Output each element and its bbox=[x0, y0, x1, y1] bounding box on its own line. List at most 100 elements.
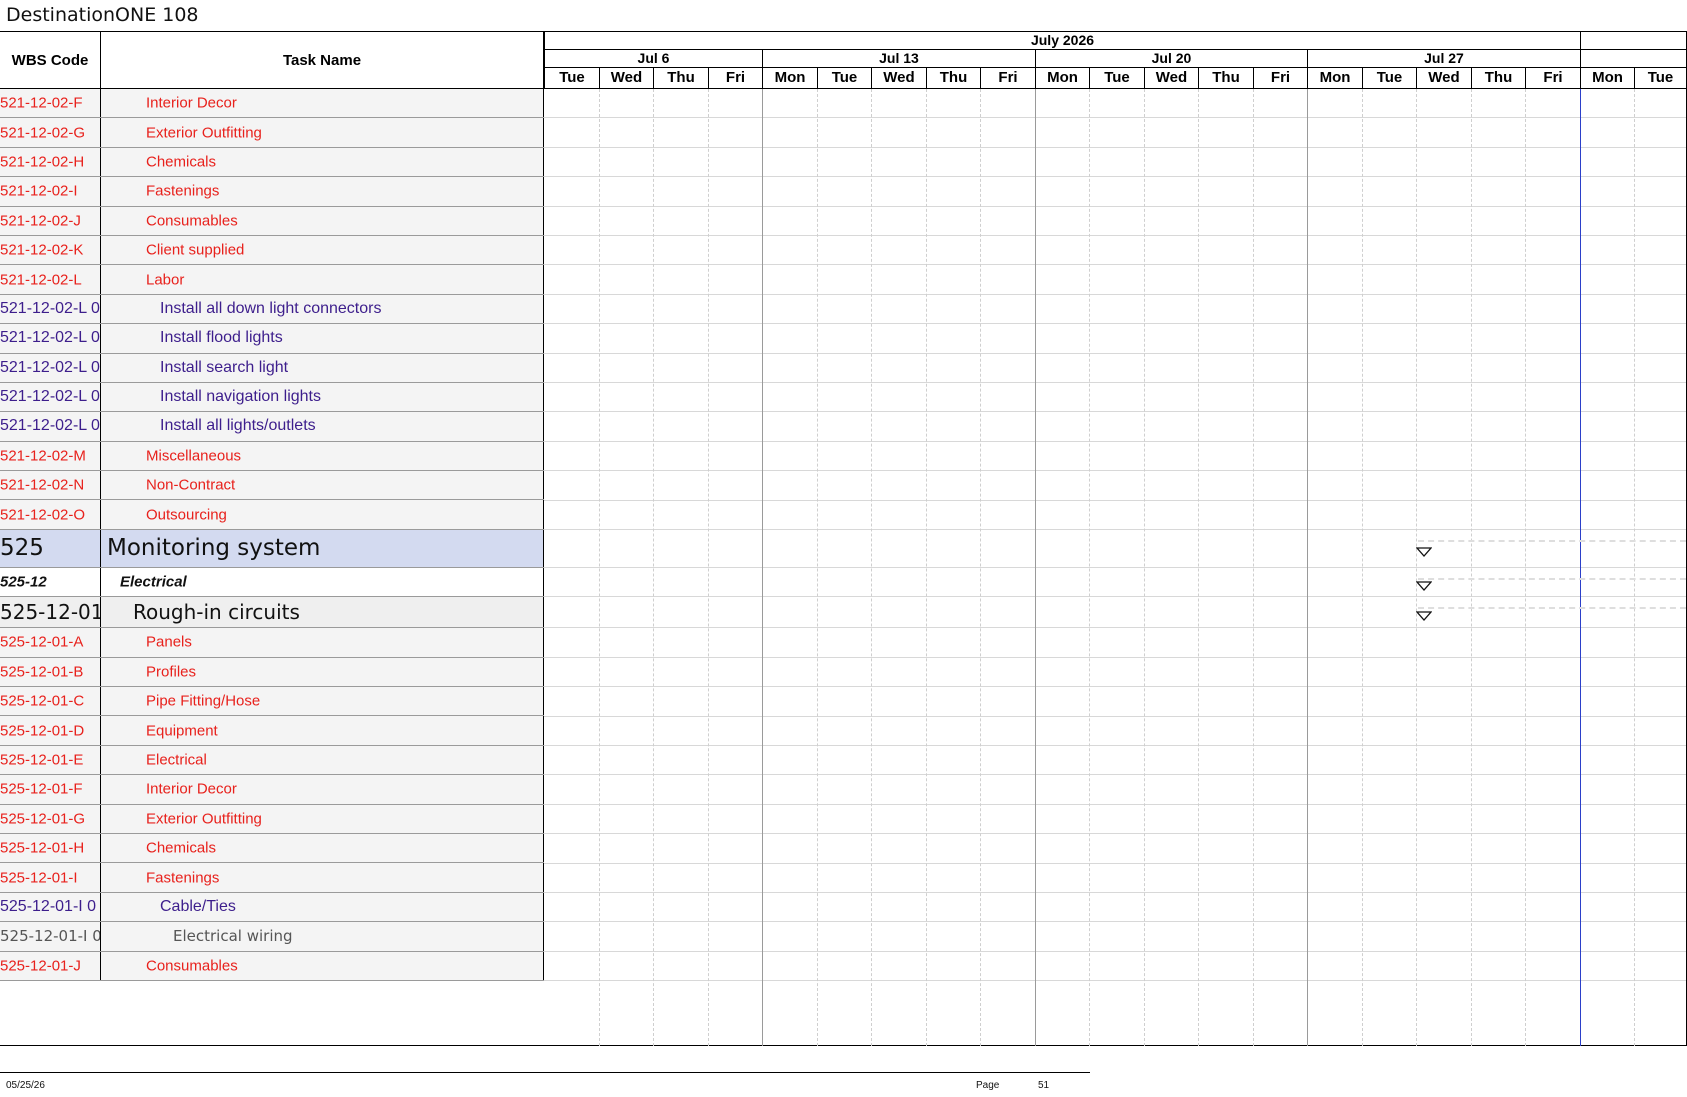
task-name-cell: Interior Decor bbox=[101, 775, 544, 804]
task-row[interactable]: 521-12-02-G Exterior Outfitting bbox=[0, 118, 544, 148]
task-row[interactable]: 525-12-01-I 0 Cable/Ties bbox=[0, 892, 544, 923]
task-name-cell: Non-Contract bbox=[101, 471, 544, 500]
timescale-week-label: Jul 13 bbox=[762, 50, 1035, 67]
task-name-text: Equipment bbox=[146, 722, 218, 740]
timescale-week-label bbox=[1580, 50, 1686, 67]
day-gridline bbox=[871, 89, 872, 1046]
task-row[interactable]: 525-12-01-I Fastenings bbox=[0, 863, 544, 893]
chart-row-gridline bbox=[544, 176, 1686, 178]
task-row[interactable]: 525-12-01-A Panels bbox=[0, 628, 544, 658]
task-row[interactable]: 521-12-02-N Non-Contract bbox=[0, 471, 544, 501]
task-row[interactable]: 521-12-02-L 0 Install all down light conn… bbox=[0, 294, 544, 325]
task-row[interactable]: 525-12-01-D Equipment bbox=[0, 716, 544, 746]
task-row[interactable]: 521-12-02-L 0 Install all lights/outlets bbox=[0, 412, 544, 442]
task-row[interactable]: 525-12 Electrical bbox=[0, 567, 544, 598]
wbs-code-cell: 521-12-02-J bbox=[0, 206, 101, 235]
task-row[interactable]: 525-12-01 Rough-in circuits bbox=[0, 597, 544, 629]
wbs-code-text: 525-12-01-B bbox=[0, 663, 84, 681]
chart-row-gridline bbox=[544, 117, 1686, 119]
wbs-code-cell: 525-12-01-G bbox=[0, 804, 101, 833]
wbs-code-cell: 521-12-02-O bbox=[0, 500, 101, 529]
wbs-code-text: 521-12-02-O bbox=[0, 506, 86, 524]
task-row[interactable]: 521-12-02-L 0 Install search light bbox=[0, 353, 544, 383]
wbs-code-cell: 525-12-01-I 0 bbox=[0, 892, 101, 922]
timescale-day-label: Thu bbox=[1471, 68, 1525, 88]
wbs-code-cell: 525 bbox=[0, 529, 101, 567]
task-row[interactable]: 521-12-02-H Chemicals bbox=[0, 147, 544, 178]
task-row[interactable]: 525-12-01-G Exterior Outfitting bbox=[0, 804, 544, 834]
wbs-code-cell: 525-12-01-C bbox=[0, 687, 101, 716]
wbs-code-text: 525-12-01-I 0 bbox=[0, 897, 97, 915]
task-row[interactable]: 521-12-02-J Consumables bbox=[0, 206, 544, 236]
task-name-cell: Install flood lights bbox=[101, 324, 544, 353]
task-name-cell: Miscellaneous bbox=[101, 441, 544, 471]
task-name-text: Labor bbox=[146, 271, 185, 289]
week-gridline bbox=[1307, 89, 1308, 1046]
task-name-text: Fastenings bbox=[146, 182, 220, 200]
wbs-code-text: 525-12-01-A bbox=[0, 633, 84, 651]
wbs-code-text: 525-12-01-I 01 bbox=[0, 927, 101, 946]
task-row[interactable]: 521-12-02-I Fastenings bbox=[0, 177, 544, 207]
day-gridline bbox=[653, 89, 654, 1046]
task-name-cell: Fastenings bbox=[101, 177, 544, 206]
wbs-code-cell: 525-12-01-I bbox=[0, 863, 101, 892]
timescale-day-label: Fri bbox=[1525, 68, 1580, 88]
chart-row-gridline bbox=[544, 715, 1686, 717]
task-name-cell: Pipe Fitting/Hose bbox=[101, 687, 544, 716]
task-name-text: Chemicals bbox=[146, 839, 217, 857]
summary-task-bar[interactable] bbox=[1418, 607, 1686, 609]
timescale-day-label: Fri bbox=[708, 68, 762, 88]
timescale-day-label: Mon bbox=[1307, 68, 1362, 88]
task-row[interactable]: 525-12-01-B Profiles bbox=[0, 657, 544, 688]
task-row[interactable]: 521-12-02-K Client supplied bbox=[0, 235, 544, 266]
task-row[interactable]: 521-12-02-O Outsourcing bbox=[0, 500, 544, 530]
task-row[interactable]: 521-12-02-L 0 Install flood lights bbox=[0, 324, 544, 354]
timescale-day-label: Fri bbox=[980, 68, 1035, 88]
task-name-column-header[interactable]: Task Name bbox=[101, 32, 544, 89]
timescale-day-label: Wed bbox=[871, 68, 926, 88]
chart-row-gridline bbox=[544, 205, 1686, 207]
chart-row-gridline bbox=[544, 567, 1686, 568]
timescale-week-label: Jul 27 bbox=[1307, 50, 1580, 67]
wbs-code-text: 521-12-02-L 0 bbox=[0, 388, 100, 406]
chart-row-gridline bbox=[544, 745, 1686, 746]
chart-row-gridline bbox=[544, 656, 1686, 658]
task-row[interactable]: 521-12-02-M Miscellaneous bbox=[0, 441, 544, 472]
timescale-week-label: Jul 20 bbox=[1035, 50, 1307, 67]
task-name-text: Consumables bbox=[146, 957, 238, 975]
task-row[interactable]: 525-12-01-C Pipe Fitting/Hose bbox=[0, 687, 544, 717]
wbs-code-cell: 525-12-01-H bbox=[0, 833, 101, 863]
task-row[interactable]: 525-12-01-J Consumables bbox=[0, 951, 544, 981]
task-row[interactable]: 525 Monitoring system bbox=[0, 529, 544, 568]
chart-row-gridline bbox=[544, 440, 1686, 442]
wbs-code-text: 525-12-01-F bbox=[0, 780, 83, 798]
wbs-code-cell: 521-12-02-L bbox=[0, 265, 101, 294]
chart-row-gridline bbox=[544, 596, 1686, 598]
task-name-cell: Interior Decor bbox=[101, 89, 544, 118]
task-row[interactable]: 525-12-01-F Interior Decor bbox=[0, 775, 544, 805]
task-name-text: Profiles bbox=[146, 663, 197, 681]
summary-task-bar[interactable] bbox=[1418, 540, 1686, 542]
wbs-code-cell: 521-12-02-L 0 bbox=[0, 412, 101, 441]
wbs-code-column-header[interactable]: WBS Code bbox=[0, 32, 101, 89]
task-row[interactable]: 525-12-01-I 01 Electrical wiring bbox=[0, 922, 544, 952]
wbs-code-text: 525-12-01-H bbox=[0, 839, 85, 857]
wbs-code-text: 525-12-01-C bbox=[0, 692, 85, 710]
wbs-code-cell: 521-12-02-G bbox=[0, 118, 101, 147]
wbs-code-cell: 521-12-02-L 0 bbox=[0, 294, 101, 324]
task-row[interactable]: 521-12-02-L 0 Install navigation lights bbox=[0, 382, 544, 413]
chart-row-gridline bbox=[544, 833, 1686, 835]
day-gridline bbox=[1471, 89, 1472, 1046]
task-name-text: Electrical bbox=[146, 751, 207, 769]
task-name-cell: Install all down light connectors bbox=[101, 294, 544, 324]
task-row[interactable]: 525-12-01-H Chemicals bbox=[0, 833, 544, 864]
task-row[interactable]: 521-12-02-L Labor bbox=[0, 265, 544, 295]
wbs-code-text: 525 bbox=[0, 535, 44, 562]
summary-task-bar[interactable] bbox=[1418, 578, 1686, 580]
footer-date: 05/25/26 bbox=[6, 1080, 45, 1091]
task-name-cell: Install search light bbox=[101, 353, 544, 382]
task-row[interactable]: 525-12-01-E Electrical bbox=[0, 745, 544, 776]
task-row[interactable]: 521-12-02-F Interior Decor bbox=[0, 89, 544, 119]
gantt-chart-area[interactable] bbox=[544, 89, 1686, 1046]
chart-row-gridline bbox=[544, 950, 1686, 952]
